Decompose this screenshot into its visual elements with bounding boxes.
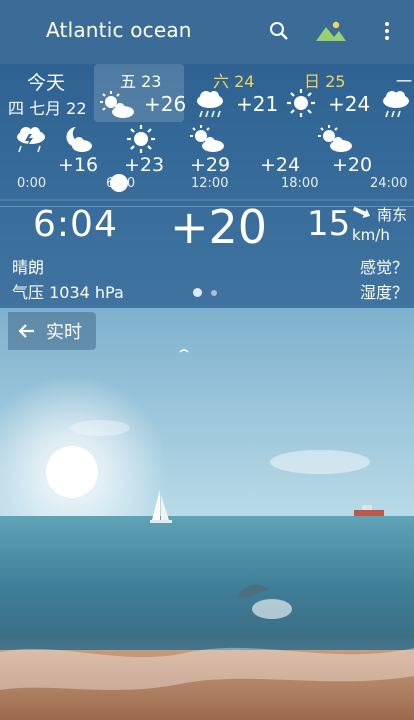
day-sat[interactable]: 六 24 +21 [188,64,284,122]
sun-cloud-icon [100,91,134,118]
sun-cloud-icon [190,125,224,152]
hour-label: 24:00 [370,176,408,191]
more-menu-button[interactable] [370,14,404,48]
current-time-knob[interactable] [110,174,128,192]
day-temp: +21 [236,92,279,116]
day-temp: +24 [328,92,371,116]
humidity-label: 湿度？ [360,283,409,302]
more-vert-icon [385,22,389,40]
realtime-label: 实时 [46,322,82,343]
pressure-label: 气压 1034 hPa [12,283,124,302]
page-dot-active[interactable] [193,288,202,297]
hour-label: 12:00 [191,176,229,191]
wind-unit: km/h [352,226,390,244]
search-button[interactable] [262,14,296,48]
page-dot[interactable] [211,290,217,296]
wind-speed: 15 [307,204,351,244]
wind-arrow-icon [352,206,371,218]
hour-temp: +29 [190,154,231,176]
hour-temp: +20 [332,154,373,176]
hour-label: 18:00 [281,176,319,191]
day-temp: +26 [144,92,187,116]
hour-temp: +16 [58,154,99,176]
realtime-button[interactable]: 实时 [8,312,96,350]
hour-temp: +24 [260,154,301,176]
moon-cloud-icon [66,127,92,152]
current-temp: +20 [170,200,268,254]
sun-icon [127,125,155,153]
hour-temp: +23 [124,154,165,176]
day-sun[interactable]: 日 25 +24 [284,64,376,122]
day-today[interactable]: 今天 四 七月 22 [0,64,92,122]
day-mon[interactable]: 一 [376,64,414,122]
current-time: 6:04 [33,204,118,245]
thunderstorm-icon [17,127,45,153]
day-date: 四 七月 22 [8,99,87,118]
hour-label: 0:00 [17,176,47,191]
landscape-icon [316,21,346,41]
location-title[interactable]: Atlantic ocean [46,18,192,42]
search-icon [270,22,288,40]
feels-like-label: 感觉？ [360,258,409,277]
condition-label: 晴朗 [12,258,45,277]
wind-direction: 南东 [377,206,408,224]
cloud-rain-icon [383,91,409,118]
cloud-rain-icon [197,91,223,118]
wallpaper-button[interactable] [314,14,348,48]
sun-cloud-icon [318,125,352,152]
day-weekday: 今天 [27,72,66,94]
day-weekday: 五 23 [120,72,162,91]
day-fri[interactable]: 五 23 +26 [94,64,187,122]
arrow-back-icon [18,324,34,338]
sun-icon [287,89,315,117]
